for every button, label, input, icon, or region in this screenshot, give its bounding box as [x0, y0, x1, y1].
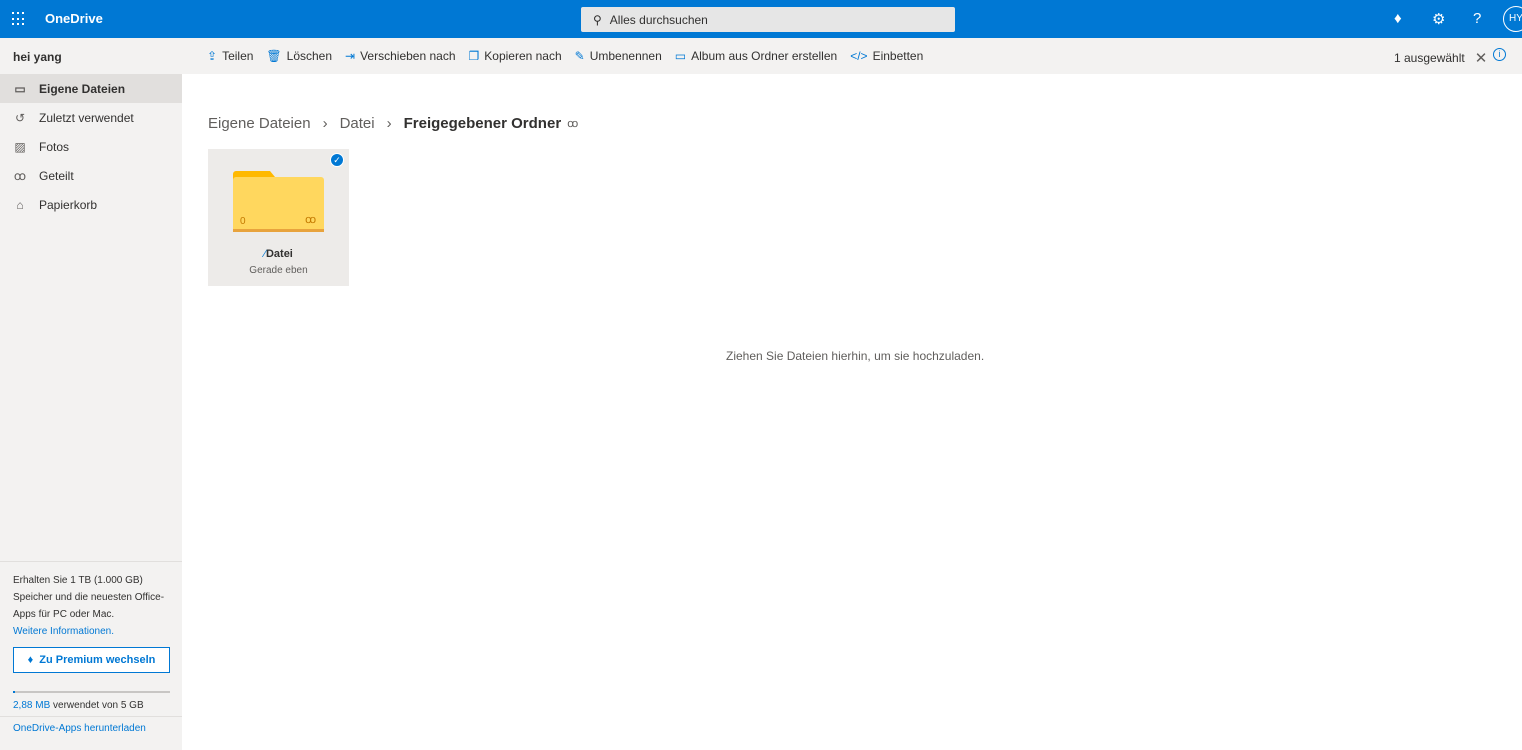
app-launcher-icon[interactable]	[12, 12, 26, 26]
download-apps-link[interactable]: OneDrive-Apps herunterladen	[0, 716, 182, 740]
selected-check-icon[interactable]: ✓	[330, 153, 344, 167]
photo-icon: ▨	[14, 139, 26, 154]
promo-text: Erhalten Sie 1 TB (1.000 GB) Speicher un…	[13, 575, 165, 620]
shared-folder-icon: ꝏ	[305, 214, 317, 226]
storage-bar-fill	[13, 691, 15, 693]
storage-text: verwendet von 5 GB	[50, 700, 144, 711]
rename-icon: ✎	[574, 49, 585, 63]
breadcrumb-current: Freigegebener Ordner	[403, 115, 562, 132]
command-bar: hei yang ⇪ Teilen 🗑 Löschen ⇥ Verschieben n…	[0, 38, 1522, 74]
more-info-link[interactable]: Weitere Informationen.	[13, 623, 169, 640]
people-icon: ꝏ	[13, 168, 27, 183]
sidebar: ▭ Eigene Dateien ↺ Zuletzt verwendet ▨ Foto…	[0, 74, 182, 750]
folder-item-count: 0	[240, 216, 246, 227]
copy-icon: ❐	[468, 49, 480, 63]
label: Geteilt	[39, 168, 74, 183]
go-premium-button[interactable]: ♦ Zu Premium wechseln	[13, 647, 170, 673]
gear-icon[interactable]: ⚙	[1432, 10, 1445, 28]
share-icon: ⇪	[207, 49, 218, 63]
label: Fotos	[39, 139, 70, 154]
embed-icon: </>	[850, 49, 868, 63]
recycle-bin-icon: ⌂	[16, 197, 24, 212]
label: Kopieren nach	[484, 49, 562, 63]
search-placeholder: Alles durchsuchen	[609, 12, 708, 27]
storage-bar	[13, 691, 170, 693]
album-icon: ▭	[674, 49, 687, 63]
label: Zuletzt verwendet	[39, 110, 134, 125]
move-icon: ⇥	[345, 49, 356, 63]
premium-diamond-icon[interactable]: ♦	[1394, 10, 1402, 27]
label: Löschen	[286, 49, 333, 63]
rename-button[interactable]: ✎ Umbenennen	[575, 49, 662, 63]
diamond-icon: ♦	[27, 653, 34, 666]
chevron-right-icon: ›	[386, 115, 392, 132]
label: Album aus Ordner erstellen	[691, 49, 838, 63]
history-icon: ↺	[14, 110, 26, 125]
move-button[interactable]: ⇥ Verschieben nach	[345, 49, 455, 63]
shared-people-icon: ꝏ	[567, 118, 579, 130]
user-name: hei yang	[13, 50, 62, 64]
search-input[interactable]: ⚲ Alles durchsuchen	[581, 7, 955, 32]
label: Datei	[265, 248, 293, 260]
help-icon[interactable]: ?	[1473, 10, 1481, 27]
delete-button[interactable]: 🗑 Löschen	[266, 49, 332, 63]
storage-used-link[interactable]: 2,88 MB	[13, 700, 50, 711]
label: Verschieben nach	[360, 49, 456, 63]
search-icon: ⚲	[593, 12, 602, 27]
breadcrumb-item[interactable]: Eigene Dateien	[208, 115, 311, 132]
sidebar-item-recent[interactable]: ↺ Zuletzt verwendet	[0, 103, 182, 132]
folder-tile[interactable]: ✓ 0 ꝏ ⁄Datei Gerade eben	[208, 149, 349, 286]
label: Teilen	[222, 49, 254, 63]
embed-button[interactable]: </> Einbetten	[850, 49, 923, 63]
folder-icon: ▭	[14, 81, 26, 96]
premium-promo: Erhalten Sie 1 TB (1.000 GB) Speicher un…	[0, 561, 182, 724]
sidebar-item-shared[interactable]: ꝏ Geteilt	[0, 161, 182, 190]
sidebar-item-my-files[interactable]: ▭ Eigene Dateien	[0, 74, 182, 103]
label: Umbenennen	[589, 49, 662, 63]
folder-name[interactable]: ⁄Datei	[208, 248, 349, 260]
app-title[interactable]: OneDrive	[45, 11, 103, 26]
trash-icon: 🗑	[266, 49, 282, 63]
selection-count: 1 ausgewählt	[1394, 51, 1465, 65]
chevron-right-icon: ›	[322, 115, 328, 132]
breadcrumb-item[interactable]: Datei	[340, 115, 375, 132]
folder-modified: Gerade eben	[249, 265, 308, 276]
share-button[interactable]: ⇪ Teilen	[207, 49, 253, 63]
label: Zu Premium wechseln	[39, 653, 156, 666]
clear-selection-icon[interactable]: ✕	[1475, 49, 1488, 67]
drop-hint: Ziehen Sie Dateien hierhin, um sie hochz…	[726, 349, 985, 363]
sidebar-item-photos[interactable]: ▨ Fotos	[0, 132, 182, 161]
sidebar-item-recycle-bin[interactable]: ⌂ Papierkorb	[0, 190, 182, 219]
label: Einbetten	[872, 49, 924, 63]
create-album-button[interactable]: ▭ Album aus Ordner erstellen	[675, 49, 837, 63]
top-bar: OneDrive ⚲ Alles durchsuchen ♦ ⚙ ? HY	[0, 0, 1522, 38]
copy-button[interactable]: ❐ Kopieren nach	[469, 49, 562, 63]
info-icon[interactable]: i	[1493, 48, 1506, 61]
label: Eigene Dateien	[39, 81, 126, 96]
avatar[interactable]: HY	[1503, 6, 1522, 32]
breadcrumb: Eigene Dateien › Datei › Freigegebener Ord…	[208, 115, 578, 132]
label: Papierkorb	[39, 197, 98, 212]
